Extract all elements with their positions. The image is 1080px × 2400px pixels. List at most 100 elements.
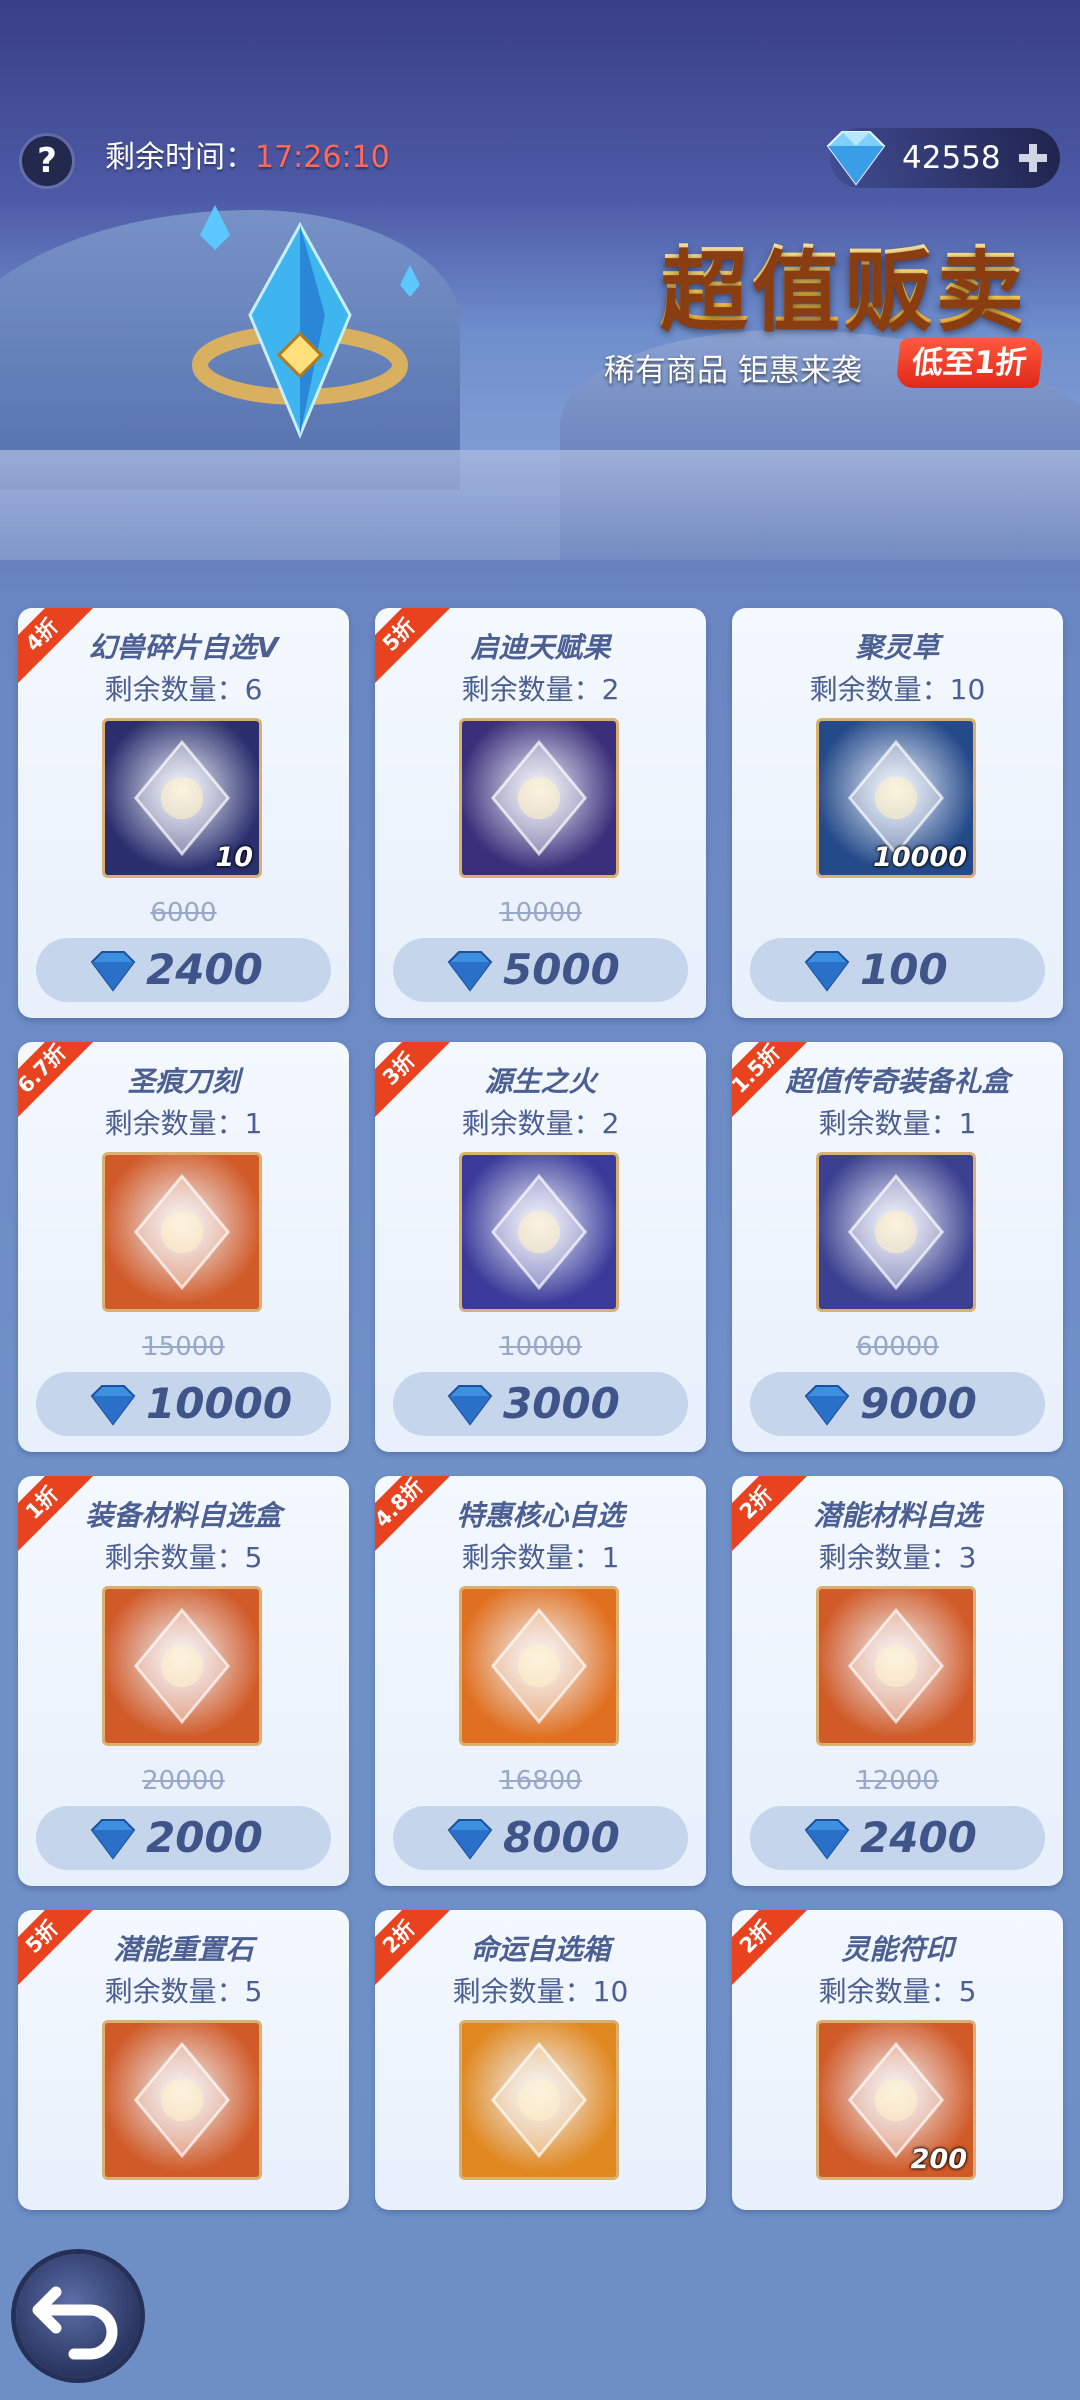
item-remaining: 剩余数量：2 [461,1107,620,1140]
item-name: 幻兽碎片自选V [88,631,279,664]
diamond-icon [826,131,886,186]
item-name: 潜能材料自选 [813,1499,982,1532]
shop-item-card[interactable]: 2折 灵能符印 剩余数量：5 200 [732,1910,1063,2210]
original-price: 12000 [856,1766,939,1796]
diamond-icon [90,1385,136,1426]
price-value: 10000 [146,1379,293,1428]
item-remaining: 剩余数量：5 [104,1541,263,1574]
original-price: 10000 [499,1332,582,1362]
buy-button[interactable]: 2000 [36,1806,331,1870]
discount-badge: 低至1折 [895,338,1044,388]
price-value: 5000 [503,945,620,994]
original-price: 6000 [150,898,217,928]
chest-icon [816,1586,976,1746]
diamond-icon [447,1819,493,1860]
gold-chest-icon [459,2020,619,2180]
shop-item-card[interactable]: 1折 装备材料自选盒 剩余数量：5 20000 2000 [18,1476,349,1886]
item-remaining: 剩余数量：1 [104,1107,263,1140]
item-name: 圣痕刀刻 [127,1065,240,1098]
shop-item-card[interactable]: 聚灵草剩余数量：10 10000 100 [732,608,1063,1018]
timer-label: 剩余时间： [105,140,255,175]
currency-amount: 42558 [902,140,1001,176]
question-icon: ? [37,141,57,181]
item-art [133,1607,231,1725]
timer-value: 17:26:10 [255,140,390,175]
item-name: 聚灵草 [855,631,940,664]
buy-button[interactable]: 2400 [36,938,331,1002]
shop-item-card[interactable]: 4.8折 特惠核心自选 剩余数量：1 16800 8000 [375,1476,706,1886]
buy-button[interactable]: 10000 [36,1372,331,1436]
price-value: 2000 [146,1813,263,1862]
banner-floor [0,450,1080,560]
item-remaining: 剩余数量：1 [461,1541,620,1574]
item-name: 灵能符印 [841,1933,954,1966]
shop-item-card[interactable]: 2折 潜能材料自选 剩余数量：3 12000 2400 [732,1476,1063,1886]
price-value: 3000 [503,1379,620,1428]
item-art [133,1173,231,1291]
hero-banner: 超值贩卖 稀有商品 钜惠来袭 低至1折 [0,0,1080,560]
diamond-icon [804,951,850,992]
shop-item-card[interactable]: 4折 幻兽碎片自选V 剩余数量：6 10 6000 2400 [18,608,349,1018]
treasure-chest-icon: 10 [102,718,262,878]
item-remaining: 剩余数量：6 [104,673,263,706]
price-value: 2400 [146,945,263,994]
item-art [490,739,588,857]
card-icon [459,1586,619,1746]
buy-button[interactable]: 5000 [393,938,688,1002]
item-art [847,1607,945,1725]
item-name: 源生之火 [484,1065,597,1098]
buy-button[interactable]: 100 [750,938,1045,1002]
buy-button[interactable]: 2400 [750,1806,1045,1870]
shop-item-card[interactable]: 5折 潜能重置石 剩余数量：5 [18,1910,349,2210]
original-price: 10000 [499,898,582,928]
original-price: 15000 [142,1332,225,1362]
back-button[interactable] [16,2254,140,2378]
buy-button[interactable]: 8000 [393,1806,688,1870]
item-remaining: 剩余数量：5 [104,1975,263,2008]
item-quantity: 200 [910,2144,967,2175]
banner-subtitle: 稀有商品 钜惠来袭 [604,353,862,389]
crystal-ring-icon [192,205,420,439]
countdown-timer: 剩余时间：17:26:10 [105,138,390,178]
plus-icon[interactable] [1016,141,1050,175]
item-art [490,2041,588,2159]
item-name: 启迪天赋果 [470,631,611,664]
armor-box-icon [102,1586,262,1746]
original-price: 16800 [499,1766,582,1796]
price-value: 100 [860,945,948,994]
help-button[interactable]: ? [22,136,72,186]
shop-item-card[interactable]: 6.7折 圣痕刀刻 剩余数量：1 15000 10000 [18,1042,349,1452]
fruit-icon [459,718,619,878]
original-price: 20000 [142,1766,225,1796]
shop-item-card[interactable]: 3折 源生之火 剩余数量：2 10000 3000 [375,1042,706,1452]
item-quantity: 10 [215,842,253,873]
buy-button[interactable]: 9000 [750,1372,1045,1436]
item-remaining: 剩余数量：10 [452,1975,629,2008]
item-quantity: 10000 [873,842,967,873]
price-value: 8000 [503,1813,620,1862]
item-remaining: 剩余数量：3 [818,1541,977,1574]
item-art [847,1173,945,1291]
diamond-icon [447,1385,493,1426]
diamond-icon [804,1819,850,1860]
fire-orb-icon [459,1152,619,1312]
shop-item-card[interactable]: 5折 启迪天赋果 剩余数量：2 10000 5000 [375,608,706,1018]
item-art [490,1607,588,1725]
diamond-icon [804,1385,850,1426]
crystal-stone-icon [102,2020,262,2180]
item-name: 潜能重置石 [113,1933,254,1966]
item-art [490,1173,588,1291]
currency-display: 42558 [826,128,1060,188]
item-remaining: 剩余数量：5 [818,1975,977,2008]
shop-item-card[interactable]: 1.5折 超值传奇装备礼盒 剩余数量：1 60000 9000 [732,1042,1063,1452]
shop-item-card[interactable]: 2折 命运自选箱 剩余数量：10 [375,1910,706,2210]
item-remaining: 剩余数量：10 [809,673,986,706]
banner-title: 超值贩卖 [660,218,1028,345]
price-value: 9000 [860,1379,977,1428]
item-art [133,2041,231,2159]
item-name: 超值传奇装备礼盒 [785,1065,1010,1098]
buy-button[interactable]: 3000 [393,1372,688,1436]
item-remaining: 剩余数量：2 [461,673,620,706]
blade-icon [102,1152,262,1312]
original-price: 60000 [856,1332,939,1362]
